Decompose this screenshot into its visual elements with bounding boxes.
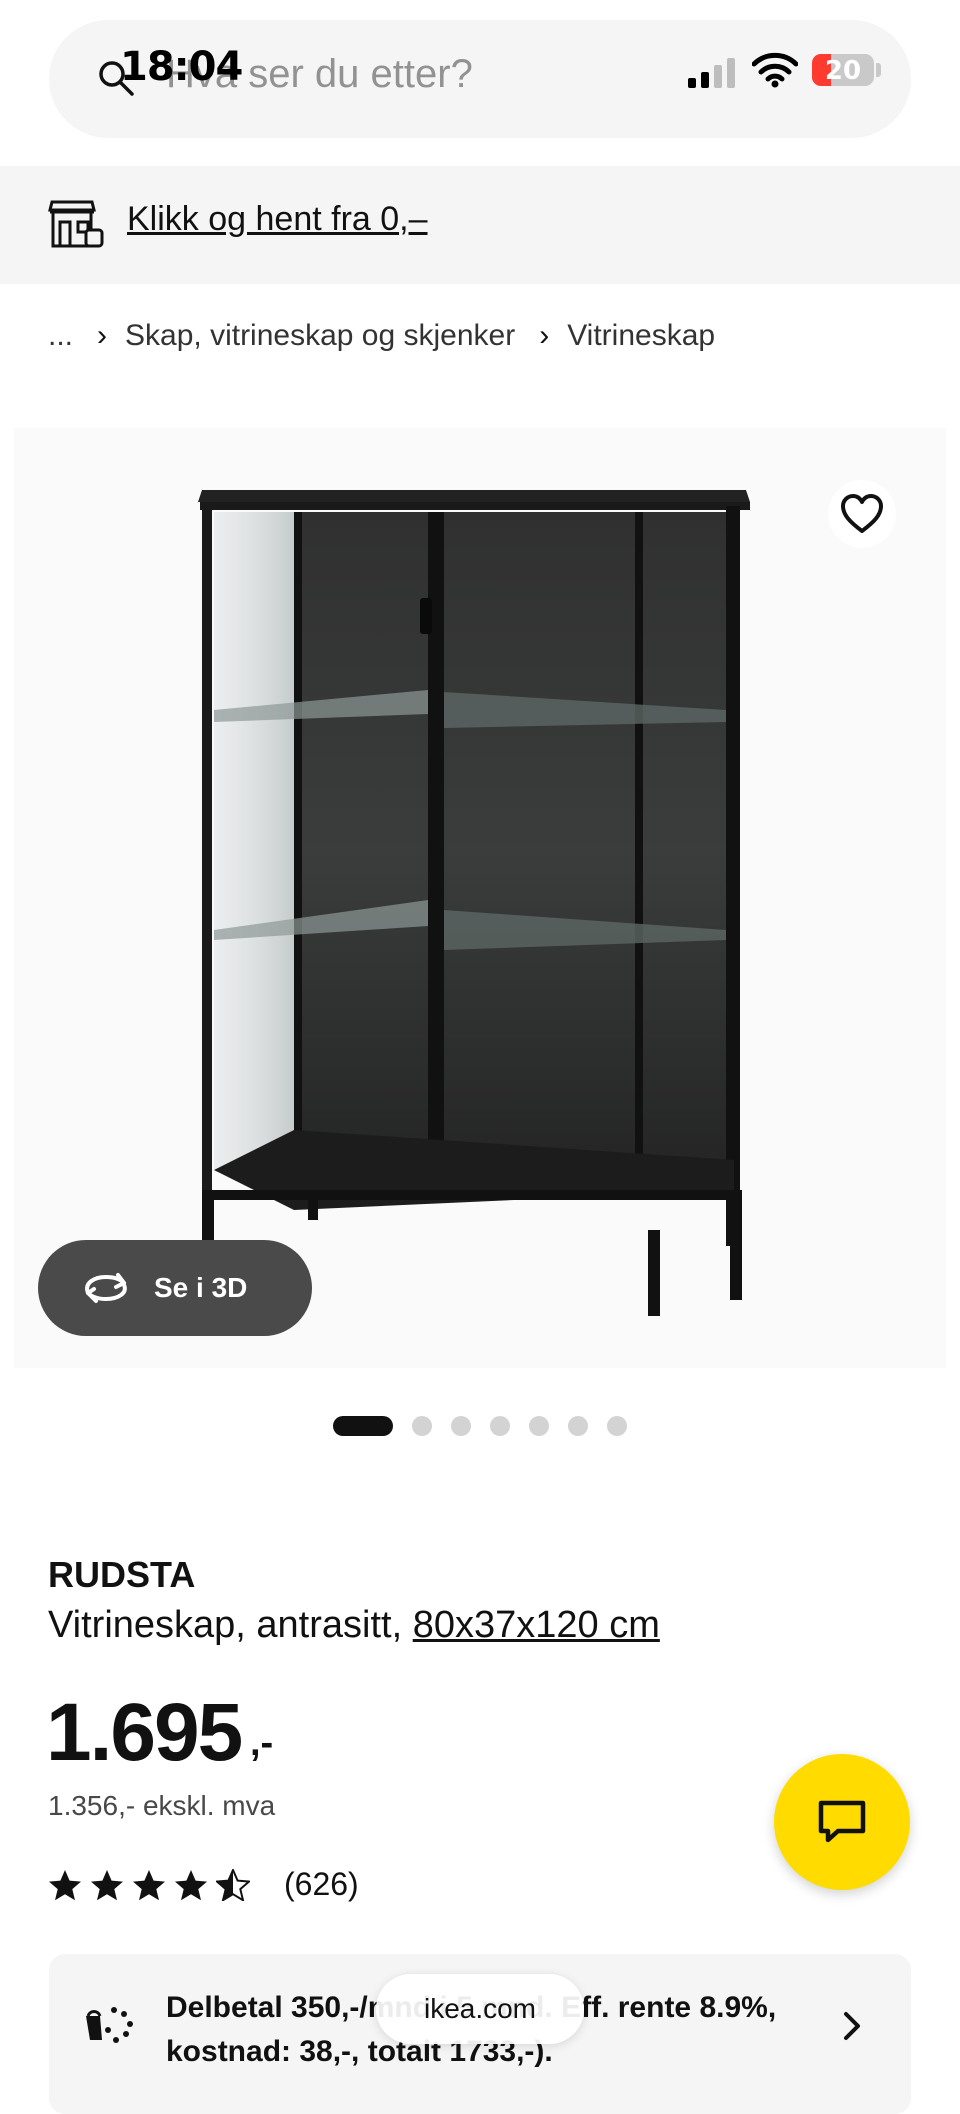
star-full-icon <box>49 1869 81 1900</box>
product-price: 1.695 <box>46 1687 243 1778</box>
chat-icon <box>818 1800 866 1843</box>
carousel-dot[interactable] <box>568 1416 588 1436</box>
rotate-icon <box>85 1273 127 1303</box>
price-suffix: ,- <box>250 1722 274 1764</box>
star-half-icon <box>216 1868 250 1901</box>
star-full-icon <box>133 1869 165 1900</box>
chevron-right-icon: › <box>539 319 550 352</box>
chevron-right-icon[interactable] <box>840 2008 864 2044</box>
payment-plan-icon <box>86 2007 133 2043</box>
product-dimensions-link[interactable]: 80x37x120 cm <box>413 1604 660 1646</box>
carousel-dot-active[interactable] <box>333 1416 393 1436</box>
product-rating[interactable]: (626) <box>48 1866 359 1903</box>
breadcrumb-item-display-cabinets[interactable]: Vitrineskap <box>567 319 715 353</box>
product-name: RUDSTA <box>48 1554 196 1595</box>
view-3d-button[interactable]: Se i 3D <box>38 1240 312 1336</box>
rating-stars <box>48 1868 258 1901</box>
chevron-right-icon: › <box>97 319 108 352</box>
breadcrumb-ellipsis[interactable]: ... <box>48 319 73 353</box>
breadcrumb-item-cabinets[interactable]: Skap, vitrineskap og skjenker <box>125 319 515 353</box>
review-count[interactable]: (626) <box>284 1866 359 1903</box>
chat-button[interactable] <box>774 1754 910 1890</box>
wifi-icon <box>752 52 798 88</box>
carousel-dot[interactable] <box>607 1416 627 1436</box>
battery-level: 20 <box>824 56 862 86</box>
status-time: 18:04 <box>120 44 243 90</box>
carousel-dot[interactable] <box>529 1416 549 1436</box>
battery-cap <box>876 63 881 77</box>
carousel-dot[interactable] <box>490 1416 510 1436</box>
battery-indicator: 20 <box>812 54 874 86</box>
favorite-button[interactable] <box>828 480 896 548</box>
carousel-dot[interactable] <box>451 1416 471 1436</box>
product-description: Vitrineskap, antrasitt, 80x37x120 cm <box>48 1604 660 1647</box>
star-full-icon <box>91 1869 123 1900</box>
heart-icon <box>841 494 883 533</box>
star-full-icon <box>175 1869 207 1900</box>
image-carousel-dots <box>333 1416 646 1436</box>
store-pickup-icon <box>48 200 104 248</box>
product-type: Vitrineskap, antrasitt, <box>48 1604 413 1646</box>
view-3d-label: Se i 3D <box>154 1272 248 1303</box>
browser-url-bar[interactable]: ikea.com <box>376 1974 584 2044</box>
breadcrumb: ... › Skap, vitrineskap og skjenker › Vi… <box>48 314 715 358</box>
url-text: ikea.com <box>423 1993 537 2024</box>
price-ex-vat: 1.356,- ekskl. mva <box>48 1790 276 1821</box>
click-collect-link[interactable]: Klikk og hent fra 0,– <box>127 200 428 239</box>
carousel-dot[interactable] <box>412 1416 432 1436</box>
product-image <box>198 490 750 1316</box>
cellular-signal-icon <box>688 58 735 88</box>
